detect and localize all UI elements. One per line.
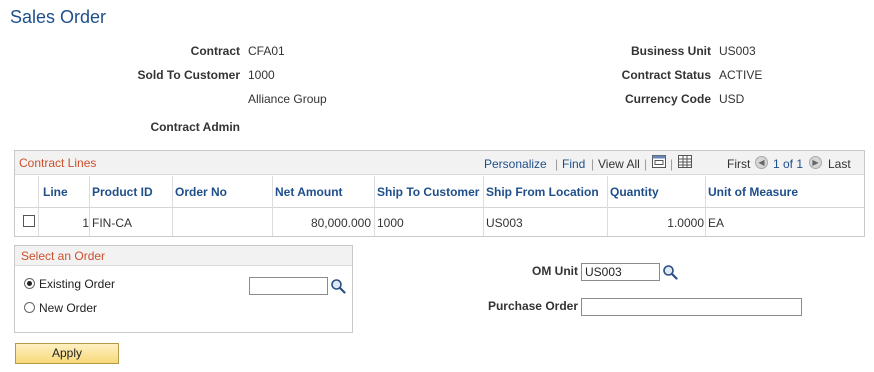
grid-title: Contract Lines [19, 156, 97, 170]
col-header-quantity: Quantity [610, 185, 659, 199]
customer-name: Alliance Group [248, 92, 327, 106]
existing-order-input[interactable] [249, 277, 328, 295]
search-icon[interactable] [662, 264, 678, 280]
col-header-product-id: Product ID [92, 185, 153, 199]
contract-label: Contract [190, 44, 240, 58]
col-header-uom: Unit of Measure [708, 185, 799, 199]
separator: | [555, 157, 559, 171]
view-all-link[interactable]: View All [598, 157, 640, 171]
col-header-net-amount: Net Amount [275, 185, 343, 199]
download-grid-icon[interactable] [678, 155, 692, 168]
column-divider [374, 176, 375, 236]
column-divider [89, 176, 90, 236]
select-order-title: Select an Order [21, 249, 106, 263]
grid-header: Line Product ID Order No Net Amount Ship… [15, 176, 864, 208]
sold-to-label: Sold To Customer [137, 68, 240, 82]
page-range: 1 of 1 [773, 157, 804, 171]
new-order-label: New Order [39, 301, 98, 315]
page-title: Sales Order [10, 7, 107, 27]
grid-toolbar: Contract Lines Personalize | Find | View… [15, 151, 864, 175]
previous-icon: ◀ [755, 156, 768, 169]
first-label: First [727, 157, 751, 171]
column-divider [607, 176, 608, 236]
contract-lines-grid: Contract Lines Personalize | Find | View… [14, 150, 865, 237]
apply-button[interactable]: Apply [15, 343, 119, 364]
currency-code-label: Currency Code [624, 92, 711, 106]
separator: | [591, 157, 595, 171]
find-link[interactable]: Find [562, 157, 585, 171]
om-unit-label: OM Unit [532, 264, 578, 278]
col-header-line: Line [43, 185, 68, 199]
column-divider [172, 176, 173, 236]
select-order-group: Select an Order Existing Order New Order [14, 245, 353, 333]
cell-uom: EA [708, 216, 725, 230]
row-select-checkbox[interactable] [23, 215, 35, 227]
cell-line: 1 [82, 216, 89, 230]
last-label: Last [828, 157, 851, 171]
next-icon: ▶ [809, 156, 822, 169]
cell-ship-to: 1000 [377, 216, 404, 230]
purchase-order-input[interactable] [581, 298, 802, 316]
existing-order-radio[interactable] [24, 278, 35, 289]
cell-product-id: FIN-CA [92, 216, 132, 230]
col-header-ship-from: Ship From Location [486, 185, 599, 199]
cell-net-amount: 80,000.000 [310, 216, 371, 230]
sold-to-value: 1000 [248, 68, 275, 82]
om-unit-input[interactable] [581, 263, 660, 281]
contract-status-label: Contract Status [621, 68, 711, 82]
search-icon[interactable] [330, 278, 346, 294]
col-header-ship-to: Ship To Customer [377, 185, 480, 199]
contract-status-value: ACTIVE [719, 68, 763, 82]
column-divider [483, 176, 484, 236]
new-order-radio[interactable] [24, 302, 35, 313]
column-divider [272, 176, 273, 236]
zoom-grid-icon[interactable] [652, 155, 666, 168]
existing-order-label: Existing Order [39, 277, 116, 291]
separator: | [670, 157, 674, 171]
select-order-header: Select an Order [15, 246, 352, 266]
column-divider [38, 176, 39, 236]
currency-code-value: USD [719, 92, 745, 106]
contract-admin-label: Contract Admin [150, 120, 240, 134]
separator: | [644, 157, 648, 171]
purchase-order-label: Purchase Order [487, 299, 578, 313]
col-header-order-no: Order No [175, 185, 228, 199]
cell-ship-from: US003 [486, 216, 523, 230]
column-divider [705, 176, 706, 236]
cell-quantity: 1.0000 [667, 216, 704, 230]
business-unit-label: Business Unit [630, 44, 711, 58]
contract-value: CFA01 [248, 44, 285, 58]
business-unit-value: US003 [719, 44, 756, 58]
personalize-link[interactable]: Personalize [484, 157, 547, 171]
